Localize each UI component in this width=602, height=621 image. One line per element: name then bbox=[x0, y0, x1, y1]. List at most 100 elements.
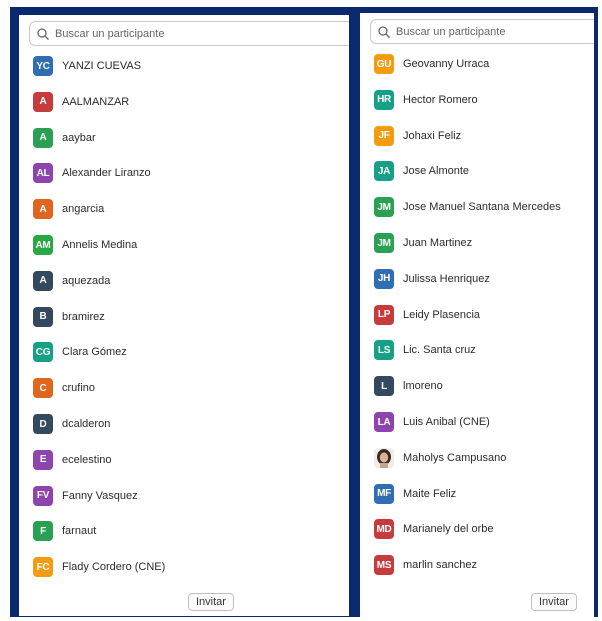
participant-row[interactable]: FV Fanny Vasquez bbox=[19, 481, 349, 511]
participant-row[interactable]: MS marlin sanchez bbox=[360, 550, 594, 580]
participant-row[interactable]: LP Leidy Plasencia bbox=[360, 300, 594, 330]
participant-name: Clara Gómez bbox=[62, 346, 127, 359]
participant-name: Maite Feliz bbox=[403, 487, 457, 500]
participant-name: Jose Almonte bbox=[403, 165, 470, 178]
participant-row[interactable]: Maholys Campusano bbox=[360, 443, 594, 473]
participant-name: AALMANZAR bbox=[62, 95, 130, 108]
participant-name: Maholys Campusano bbox=[403, 451, 507, 464]
participant-name: ecelestino bbox=[62, 453, 112, 466]
participant-row[interactable]: JF Johaxi Feliz bbox=[360, 121, 594, 151]
participant-row[interactable]: MF Maite Feliz bbox=[360, 479, 594, 509]
participant-row[interactable]: YC YANZI CUEVAS bbox=[19, 51, 349, 81]
participant-name: Alexander Liranzo bbox=[62, 167, 151, 180]
avatar-initials: HR bbox=[374, 89, 394, 110]
participant-row[interactable]: Aaquezada bbox=[19, 266, 349, 296]
avatar-initials: MD bbox=[374, 519, 394, 540]
participant-name: aquezada bbox=[62, 274, 111, 287]
search-input[interactable] bbox=[53, 26, 326, 41]
participant-row[interactable]: JA Jose Almonte bbox=[360, 156, 594, 186]
avatar-initials: JA bbox=[374, 161, 394, 182]
avatar-initials: E bbox=[33, 449, 53, 470]
participant-name: crufino bbox=[62, 382, 96, 395]
invite-button[interactable]: Invitar bbox=[188, 593, 234, 611]
search-box[interactable] bbox=[29, 21, 349, 46]
avatar-initials: D bbox=[33, 414, 53, 434]
search-input[interactable] bbox=[394, 24, 585, 39]
participant-row[interactable]: Bbramirez bbox=[19, 302, 349, 332]
search-icon bbox=[36, 27, 50, 41]
participant-name: Luis Anibal (CNE) bbox=[403, 416, 490, 428]
avatar-initials: LP bbox=[374, 304, 394, 325]
participant-row[interactable]: LS Lic. Santa cruz bbox=[360, 335, 594, 365]
participant-name: Julissa Henriquez bbox=[403, 272, 490, 285]
avatar-initials: MS bbox=[374, 555, 394, 576]
avatar-initials: A bbox=[33, 127, 53, 148]
avatar-initials: A bbox=[33, 199, 53, 220]
participant-name: Johaxi Feliz bbox=[403, 129, 462, 142]
participant-name: marlin sanchez bbox=[403, 559, 477, 572]
participant-name: dcalderon bbox=[62, 418, 111, 430]
avatar-initials: FC bbox=[33, 557, 53, 578]
avatar-initials: AL bbox=[33, 163, 53, 184]
participant-name: Fanny Vasquez bbox=[62, 489, 138, 502]
invite-button[interactable]: Invitar bbox=[531, 593, 577, 611]
search-icon bbox=[377, 25, 391, 39]
participant-row[interactable]: Llmoreno bbox=[360, 371, 594, 401]
avatar-initials: CG bbox=[33, 342, 53, 363]
participant-row[interactable]: CG Clara Gómez bbox=[19, 337, 349, 367]
participant-row[interactable]: Aaaybar bbox=[19, 123, 349, 153]
avatar-initials: JM bbox=[374, 233, 394, 253]
participant-row[interactable]: AM Annelis Medina bbox=[19, 230, 349, 260]
search-box[interactable] bbox=[370, 19, 594, 44]
avatar-initials: A bbox=[33, 270, 53, 291]
participant-name: Annelis Medina bbox=[62, 239, 138, 251]
avatar-initials: B bbox=[33, 306, 53, 327]
participant-row[interactable]: JH Julissa Henriquez bbox=[360, 264, 594, 294]
participant-name: Geovanny Urraca bbox=[403, 58, 490, 70]
avatar-photo bbox=[374, 447, 394, 468]
participant-row[interactable]: Aangarcia bbox=[19, 194, 349, 224]
participant-row[interactable]: JM Juan Martinez bbox=[360, 228, 594, 258]
participants-panel-left: YC YANZI CUEVAS A AALMANZAR Aaaybar AL Alexand… bbox=[19, 15, 349, 616]
participant-row[interactable]: Ddcalderon bbox=[19, 409, 349, 439]
participant-row[interactable]: Ccrufino bbox=[19, 373, 349, 403]
participant-row[interactable]: A AALMANZAR bbox=[19, 87, 349, 117]
participant-name: lmoreno bbox=[403, 380, 443, 393]
participant-row[interactable]: Ffarnaut bbox=[19, 516, 349, 546]
participant-name: Hector Romero bbox=[403, 93, 478, 106]
avatar-initials: JF bbox=[374, 125, 394, 146]
participant-name: farnaut bbox=[62, 525, 97, 538]
participant-row[interactable]: FC Flady Cordero (CNE) bbox=[19, 552, 349, 582]
participants-panel-right: GU Geovanny Urraca HR Hector Romero JF Johaxi… bbox=[360, 13, 594, 619]
avatar-initials: MF bbox=[374, 483, 394, 504]
participant-name: aaybar bbox=[62, 131, 96, 144]
participant-name: angarcia bbox=[62, 203, 105, 216]
avatar-initials: LA bbox=[374, 412, 394, 432]
avatar-initials: JM bbox=[374, 197, 394, 218]
participant-name: Lic. Santa cruz bbox=[403, 344, 476, 357]
avatar-initials: YC bbox=[33, 56, 53, 76]
participant-row[interactable]: JM Jose Manuel Santana Mercedes bbox=[360, 192, 594, 222]
participant-name: Flady Cordero (CNE) bbox=[62, 561, 166, 574]
participant-row[interactable]: Eecelestino bbox=[19, 445, 349, 475]
participant-row[interactable]: AL Alexander Liranzo bbox=[19, 158, 349, 188]
avatar-initials: GU bbox=[374, 54, 394, 74]
avatar-initials: FV bbox=[33, 485, 53, 506]
participant-row[interactable]: GU Geovanny Urraca bbox=[360, 49, 594, 79]
participant-name: YANZI CUEVAS bbox=[62, 60, 142, 72]
avatar-initials: L bbox=[374, 376, 394, 397]
participant-row[interactable]: LA Luis Anibal (CNE) bbox=[360, 407, 594, 437]
participant-name: Juan Martinez bbox=[403, 237, 473, 249]
participant-name: Jose Manuel Santana Mercedes bbox=[403, 201, 561, 214]
avatar-initials: LS bbox=[374, 340, 394, 361]
participant-row[interactable]: MD Marianely del orbe bbox=[360, 514, 594, 544]
avatar-initials: AM bbox=[33, 235, 53, 255]
participant-name: Marianely del orbe bbox=[403, 523, 494, 536]
avatar-initials: A bbox=[33, 91, 53, 112]
avatar-initials: C bbox=[33, 378, 53, 399]
avatar-initials: JH bbox=[374, 268, 394, 289]
avatar-initials: F bbox=[33, 521, 53, 542]
participant-row[interactable]: HR Hector Romero bbox=[360, 85, 594, 115]
participant-name: Leidy Plasencia bbox=[403, 308, 481, 321]
participant-name: bramirez bbox=[62, 310, 105, 323]
